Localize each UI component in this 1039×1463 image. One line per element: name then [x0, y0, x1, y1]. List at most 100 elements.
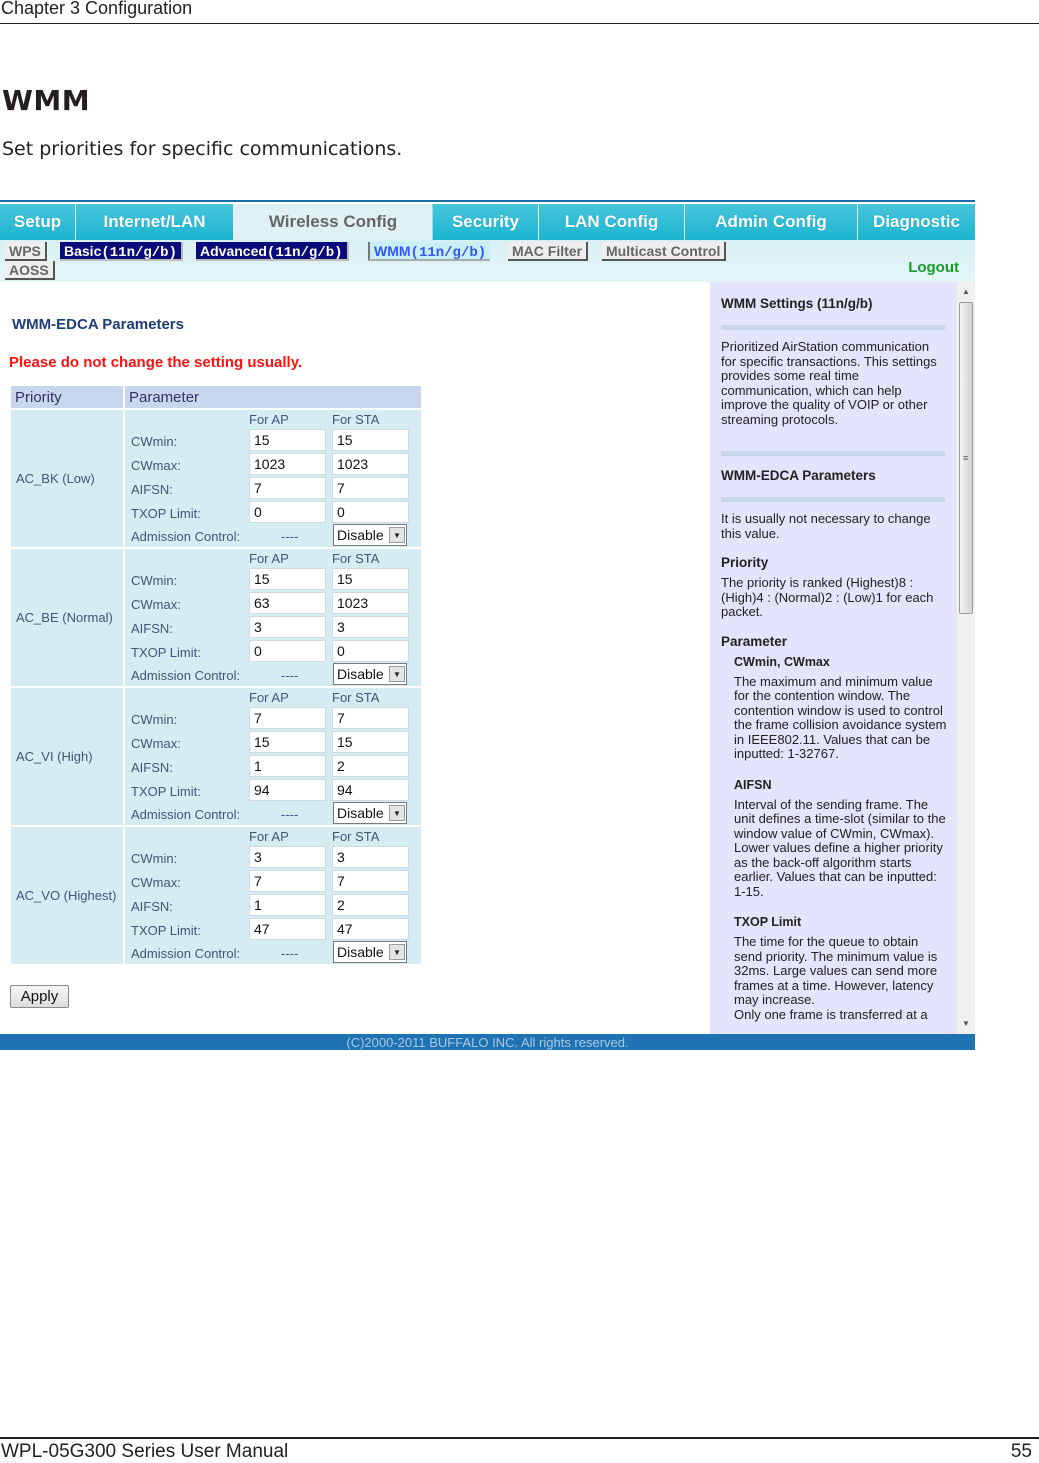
aifsn-ap-input[interactable]	[249, 477, 326, 499]
tab-setup[interactable]: Setup	[0, 204, 76, 240]
txop-sta-input[interactable]	[332, 918, 409, 940]
aifsn-ap-input[interactable]	[249, 755, 326, 777]
scroll-down-arrow-icon[interactable]: ▼	[957, 1016, 975, 1032]
tab-admin-config[interactable]: Admin Config	[685, 204, 858, 240]
cwmin-sta-input[interactable]	[332, 707, 409, 729]
tab-lan-config[interactable]: LAN Config	[539, 204, 685, 240]
label-admission: Admission Control:	[131, 529, 241, 544]
txop-ap-input[interactable]	[249, 779, 326, 801]
cwmax-ap-input[interactable]	[249, 870, 326, 892]
txop-ap-input[interactable]	[249, 918, 326, 940]
aifsn-sta-input[interactable]	[332, 755, 409, 777]
apply-button[interactable]: Apply	[10, 985, 69, 1008]
aifsn-ap-input[interactable]	[249, 616, 326, 638]
cwmin-sta-input[interactable]	[332, 846, 409, 868]
chevron-down-icon[interactable]: ▼	[389, 805, 405, 821]
help-divider	[721, 325, 945, 330]
cwmin-ap-input[interactable]	[249, 846, 326, 868]
logout-link[interactable]: Logout	[908, 259, 959, 276]
label-cwmax: CWmax:	[131, 597, 181, 612]
cwmax-ap-input[interactable]	[249, 453, 326, 475]
cwmax-sta-input[interactable]	[332, 731, 409, 753]
admission-sta-select[interactable]: Disable ▼	[333, 941, 407, 963]
subtab-basic[interactable]: Basic(11n/g/b)	[60, 242, 183, 261]
tab-security[interactable]: Security	[433, 204, 539, 240]
label-cwmax: CWmax:	[131, 875, 181, 890]
label-txop: TXOP Limit:	[131, 645, 201, 660]
help-panel: WMM Settings (11n/g/b) Prioritized AirSt…	[710, 282, 957, 1034]
cwmax-sta-input[interactable]	[332, 870, 409, 892]
aifsn-ap-input[interactable]	[249, 894, 326, 916]
parameter-cell: For AP For STA CWmin: CWmax: AIFSN: TXOP…	[125, 688, 421, 825]
cwmin-sta-input[interactable]	[332, 568, 409, 590]
parameter-grid: For AP For STA CWmin: CWmax: AIFSN: TXOP…	[125, 410, 421, 547]
cwmin-ap-input[interactable]	[249, 429, 326, 451]
subtab-multicast-control[interactable]: Multicast Control	[602, 242, 727, 261]
label-admission: Admission Control:	[131, 668, 241, 683]
priority-cell: AC_BE (Normal)	[11, 549, 123, 686]
tab-internet-lan[interactable]: Internet/LAN	[76, 204, 234, 240]
aifsn-sta-input[interactable]	[332, 894, 409, 916]
header-parameter: Parameter	[125, 386, 421, 408]
subtab-wps[interactable]: WPS	[5, 242, 47, 261]
subtab-advanced-label: Advanced	[200, 243, 267, 259]
priority-label: AC_VO (Highest)	[16, 888, 117, 903]
chevron-down-icon[interactable]: ▼	[389, 527, 405, 543]
tab-wireless-config[interactable]: Wireless Config	[234, 204, 433, 240]
admission-sta-select[interactable]: Disable ▼	[333, 524, 407, 546]
aifsn-sta-input[interactable]	[332, 616, 409, 638]
cwmax-sta-input[interactable]	[332, 453, 409, 475]
help-aifsn-text: Interval of the sending frame. The unit …	[734, 796, 946, 899]
subtab-wmm[interactable]: WMM(11n/g/b)	[368, 242, 491, 261]
cwmin-ap-input[interactable]	[249, 707, 326, 729]
chevron-down-icon[interactable]: ▼	[389, 944, 405, 960]
parameter-grid: For AP For STA CWmin: CWmax: AIFSN: TXOP…	[125, 827, 421, 964]
admission-sta-select[interactable]: Disable ▼	[333, 802, 407, 824]
cwmax-sta-input[interactable]	[332, 592, 409, 614]
scroll-thumb[interactable]: ≡	[959, 302, 973, 614]
scroll-up-arrow-icon[interactable]: ▲	[957, 284, 975, 300]
subtab-aoss[interactable]: AOSS	[5, 261, 55, 280]
txop-sta-input[interactable]	[332, 640, 409, 662]
parameter-cell: For AP For STA CWmin: CWmax: AIFSN: TXOP…	[125, 549, 421, 686]
col-for-ap: For AP	[249, 551, 289, 566]
txop-sta-input[interactable]	[332, 779, 409, 801]
admission-sta-select[interactable]: Disable ▼	[333, 663, 407, 685]
label-cwmax: CWmax:	[131, 458, 181, 473]
help-priority-text: The priority is ranked (Highest)8 : (Hig…	[721, 575, 934, 619]
priority-label: AC_VI (High)	[16, 749, 93, 764]
subtab-mac-filter[interactable]: MAC Filter	[508, 242, 588, 261]
help-edca-text: It is usually not necessary to change th…	[721, 511, 931, 541]
help-divider	[721, 497, 945, 502]
header-priority: Priority	[11, 386, 123, 408]
txop-sta-input[interactable]	[332, 501, 409, 523]
label-cwmin: CWmin:	[131, 851, 178, 866]
txop-ap-input[interactable]	[249, 640, 326, 662]
cwmin-sta-input[interactable]	[332, 429, 409, 451]
tab-diagnostic[interactable]: Diagnostic	[858, 204, 975, 240]
label-aifsn: AIFSN:	[131, 621, 173, 636]
parameter-grid: For AP For STA CWmin: CWmax: AIFSN: TXOP…	[125, 688, 421, 825]
aifsn-sta-input[interactable]	[332, 477, 409, 499]
txop-ap-input[interactable]	[249, 501, 326, 523]
subtab-basic-label: Basic	[64, 243, 102, 259]
chevron-down-icon[interactable]: ▼	[389, 666, 405, 682]
col-for-sta: For STA	[332, 829, 380, 844]
label-aifsn: AIFSN:	[131, 760, 173, 775]
cwmax-ap-input[interactable]	[249, 592, 326, 614]
cwmin-ap-input[interactable]	[249, 568, 326, 590]
admission-ap-value: ----	[281, 529, 299, 544]
priority-cell: AC_VI (High)	[11, 688, 123, 825]
cwmax-ap-input[interactable]	[249, 731, 326, 753]
help-parameter-title: Parameter	[721, 633, 788, 649]
admission-ap-value: ----	[281, 668, 299, 683]
help-scrollbar[interactable]: ▲ ≡ ▼	[957, 282, 975, 1034]
parameter-cell: For AP For STA CWmin: CWmax: AIFSN: TXOP…	[125, 827, 421, 964]
chapter-title: Chapter 3 Configuration	[1, 0, 193, 18]
help-title: WMM Settings (11n/g/b)	[721, 296, 873, 311]
table-row: AC_VI (High) For AP For STA CWmin: CWmax…	[11, 688, 421, 825]
priority-label: AC_BE (Normal)	[16, 610, 113, 625]
label-txop: TXOP Limit:	[131, 923, 201, 938]
subtab-advanced[interactable]: Advanced(11n/g/b)	[196, 242, 349, 261]
col-for-sta: For STA	[332, 412, 380, 427]
